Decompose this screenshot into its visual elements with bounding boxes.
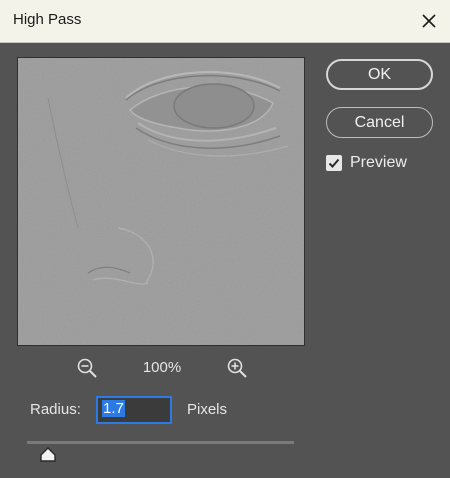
checkmark-icon bbox=[328, 158, 340, 168]
dialog-title: High Pass bbox=[13, 11, 82, 28]
zoom-level: 100% bbox=[142, 359, 182, 376]
radius-value: 1.7 bbox=[102, 400, 125, 417]
radius-slider-track[interactable] bbox=[27, 441, 294, 444]
zoom-out-icon bbox=[77, 358, 97, 378]
zoom-out-button[interactable] bbox=[76, 357, 98, 379]
radius-slider-thumb[interactable] bbox=[38, 446, 58, 464]
preview-label: Preview bbox=[350, 154, 407, 171]
zoom-controls: 100% bbox=[17, 357, 303, 379]
preview-checkbox-row[interactable]: Preview bbox=[326, 154, 407, 172]
zoom-in-button[interactable] bbox=[226, 357, 248, 379]
high-pass-preview-graphic bbox=[18, 58, 304, 345]
title-bar: High Pass bbox=[0, 0, 450, 43]
cancel-button[interactable]: Cancel bbox=[326, 107, 433, 138]
preview-image[interactable] bbox=[17, 57, 305, 346]
ok-button[interactable]: OK bbox=[326, 59, 433, 90]
radius-input[interactable]: 1.7 bbox=[96, 396, 172, 424]
close-icon bbox=[422, 14, 436, 28]
zoom-in-icon bbox=[227, 358, 247, 378]
preview-checkbox[interactable] bbox=[326, 155, 342, 171]
radius-unit-label: Pixels bbox=[187, 401, 228, 418]
radius-label: Radius: bbox=[30, 401, 81, 418]
close-button[interactable] bbox=[416, 8, 442, 34]
slider-thumb-icon bbox=[40, 447, 56, 462]
